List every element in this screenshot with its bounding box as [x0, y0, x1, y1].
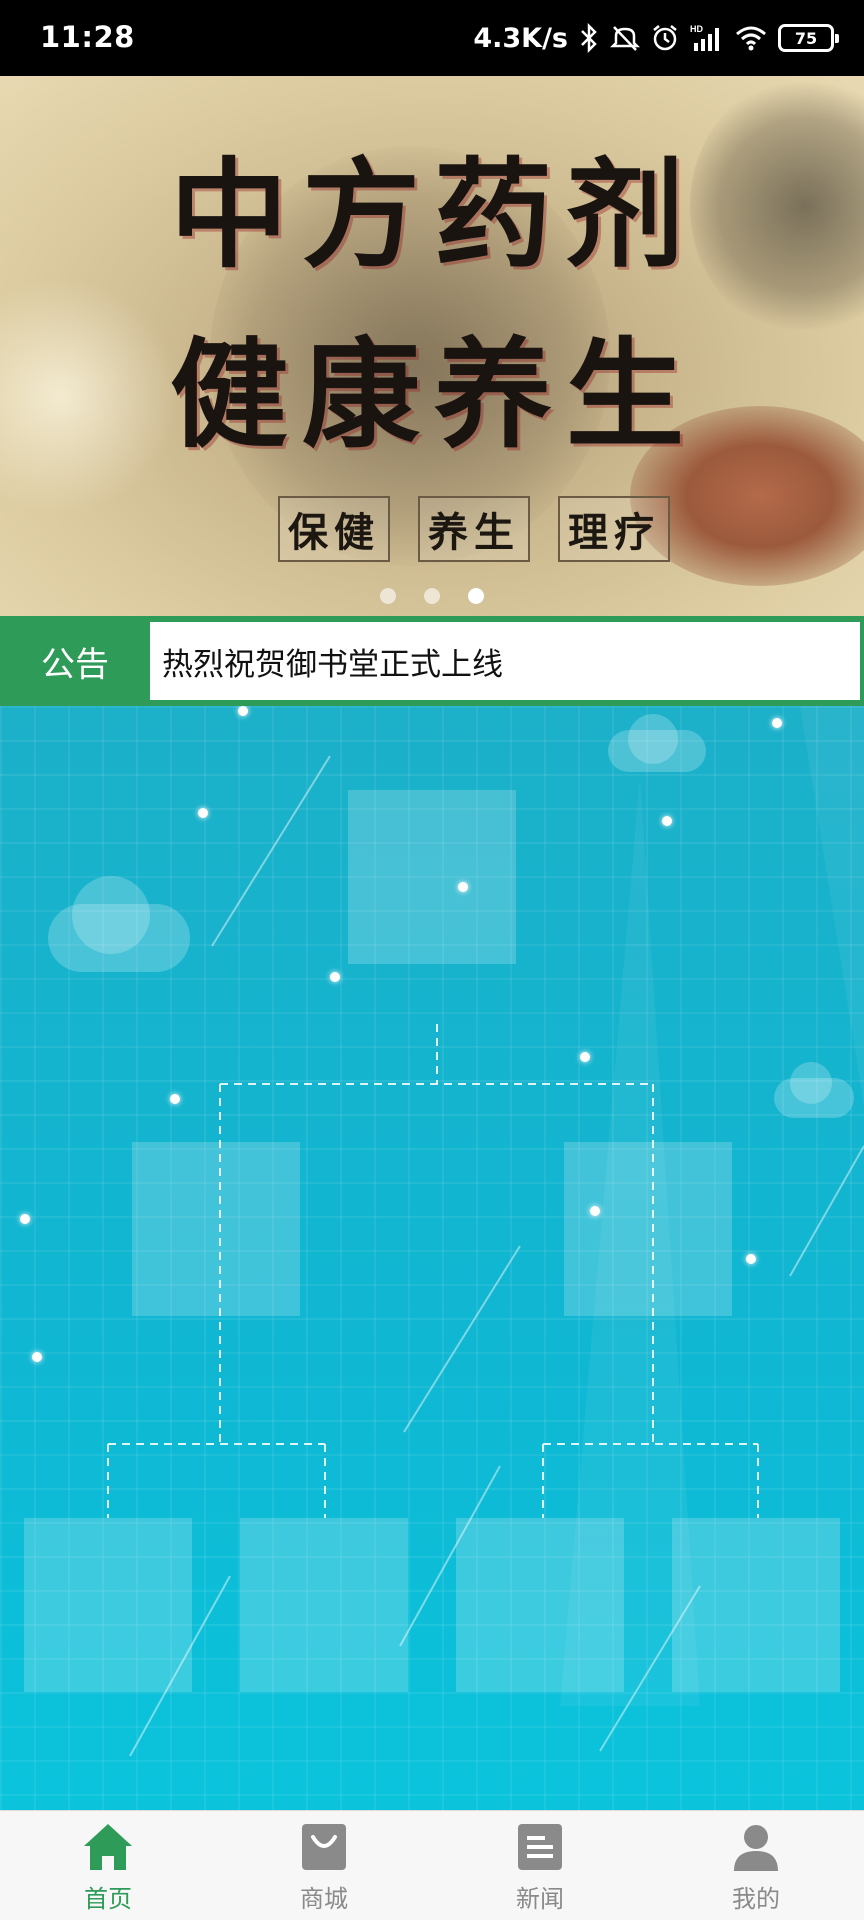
status-bar: 11:28 4.3K/s HD 75 [0, 0, 864, 76]
banner-tag: 养生 [418, 496, 530, 562]
sparkle [772, 718, 782, 728]
banner-tags: 保健 养生 理疗 [278, 496, 670, 562]
tab-label: 新闻 [516, 1885, 564, 1913]
sparkle [330, 972, 340, 982]
sparkle [238, 706, 248, 716]
banner-carousel[interactable]: 中方药剂 健康养生 保健 养生 理疗 [0, 76, 864, 616]
user-icon [728, 1819, 784, 1875]
battery-icon: 75 [778, 24, 839, 52]
sparkle [198, 808, 208, 818]
bottom-tab-bar: 首页 商城 新闻 我的 [0, 1810, 864, 1920]
cloud-decoration [72, 876, 150, 954]
bluetooth-icon [578, 23, 600, 53]
org-node-bottom-3 [456, 1518, 624, 1692]
sparkle [662, 816, 672, 826]
sparkle [746, 1254, 756, 1264]
status-icons: 4.3K/s HD 75 [473, 18, 839, 58]
mute-icon [610, 23, 640, 53]
tab-news[interactable]: 新闻 [432, 1811, 648, 1920]
org-node-top [348, 790, 516, 964]
home-icon [80, 1819, 136, 1875]
news-icon [512, 1819, 568, 1875]
banner-headline-1: 中方药剂 [170, 145, 699, 284]
tab-shop[interactable]: 商城 [216, 1811, 432, 1920]
battery-level: 75 [794, 28, 818, 48]
wifi-icon [734, 23, 768, 53]
org-chart-panel [0, 706, 864, 1810]
notice-bar: 公告 热烈祝贺御书堂正式上线 [0, 616, 864, 706]
tab-label: 首页 [84, 1885, 132, 1913]
network-type: HD [690, 24, 703, 34]
sparkle [458, 882, 468, 892]
notice-text[interactable]: 热烈祝贺御书堂正式上线 [150, 622, 860, 700]
banner-tag: 保健 [278, 496, 390, 562]
cloud-decoration [790, 1062, 832, 1104]
tab-home[interactable]: 首页 [0, 1811, 216, 1920]
tab-label: 商城 [300, 1885, 348, 1913]
sparkle [32, 1352, 42, 1362]
sparkle [590, 1206, 600, 1216]
carousel-dot-active[interactable] [468, 588, 484, 604]
carousel-indicators [0, 588, 864, 604]
notice-label: 公告 [41, 644, 109, 685]
status-time: 11:28 [40, 20, 135, 54]
org-node-bottom-2 [240, 1518, 408, 1692]
sparkle [170, 1094, 180, 1104]
banner-tag: 理疗 [558, 496, 670, 562]
org-node-bottom-4 [672, 1518, 840, 1692]
org-node-mid-right [564, 1142, 732, 1316]
carousel-dot[interactable] [424, 588, 440, 604]
banner-headline-2: 健康养生 [170, 325, 699, 464]
org-node-mid-left [132, 1142, 300, 1316]
tab-profile[interactable]: 我的 [648, 1811, 864, 1920]
cloud-decoration [628, 714, 678, 764]
sparkle [20, 1214, 30, 1224]
signal-icon: HD [690, 23, 724, 53]
carousel-dot[interactable] [380, 588, 396, 604]
org-node-bottom-1 [24, 1518, 192, 1692]
network-speed: 4.3K/s [473, 22, 568, 54]
sparkle [580, 1052, 590, 1062]
shopping-bag-icon [296, 1819, 352, 1875]
tab-label: 我的 [732, 1885, 780, 1913]
alarm-icon [650, 23, 680, 53]
